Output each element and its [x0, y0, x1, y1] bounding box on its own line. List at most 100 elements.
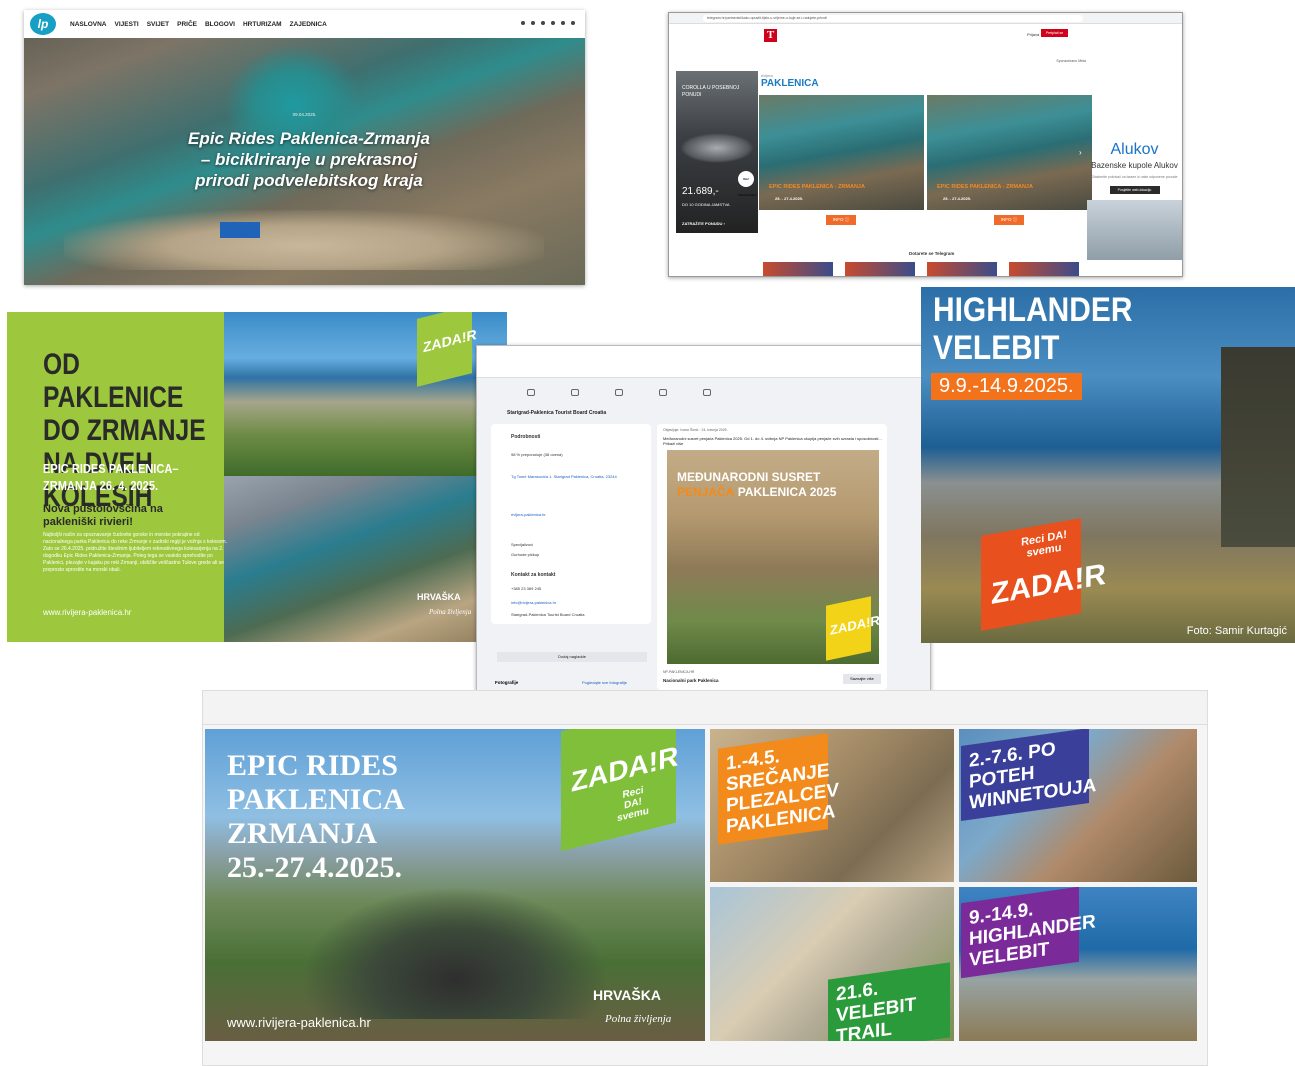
hrvatska-logo: HRVAŠKA — [593, 987, 661, 1003]
nav-item[interactable]: SVIJET — [147, 21, 169, 28]
zadar-tag: Reci DA! svemu ZADA!R — [981, 518, 1106, 631]
about-rating: 98 % preporučuje (38 ocena) — [511, 452, 563, 457]
site-header: lp NASLOVNA VIJESTI SVIJET PRIČE BLOGOVI… — [24, 10, 585, 38]
epic-rides-banner[interactable]: EPIC RIDES PAKLENICA ZRMANJA 25.-27.4.20… — [205, 729, 705, 1041]
about-website[interactable]: rivijera-paklenica.hr — [511, 512, 546, 517]
megaphone-icon[interactable] — [659, 389, 667, 396]
post-link-name[interactable]: Nacionalni park Paklenica — [663, 678, 719, 683]
telegram-logo[interactable]: T — [764, 29, 777, 42]
toyota-ad[interactable]: COROLLA U POSEBNOJ PONUDI BEZ ODLAGANJA … — [676, 71, 758, 233]
info-button[interactable]: INFO ⓘ — [826, 215, 856, 225]
fb-topbar — [477, 346, 930, 378]
social-icon[interactable] — [541, 21, 545, 25]
post-meta: Objavljuje: Ivana Šimić · 24. travnja 20… — [663, 428, 728, 432]
flag-icon[interactable] — [571, 389, 579, 396]
contact-phone[interactable]: +385 23 369 245 — [511, 586, 541, 591]
reci-da-text: Reci DA! svemu — [617, 784, 649, 825]
photo-credit: Foto: Samir Kurtagić — [1186, 625, 1287, 637]
zadar-tag: ZADA!R Reci DA! svemu — [561, 729, 678, 852]
offer-badge: BEZ ODLAGANJA — [738, 171, 756, 197]
sponsored-label: Sponzorirano Meta — [1056, 59, 1086, 63]
highlander-tile[interactable]: 9.-14.9. HIGHLANDER VELEBIT — [959, 887, 1197, 1041]
banner-url[interactable]: www.rivijera-paklenica.hr — [227, 1015, 371, 1030]
calendar-icon[interactable] — [703, 389, 711, 396]
login-link[interactable]: Prijava — [1027, 32, 1039, 37]
photos-heading: Fotografije — [495, 680, 519, 685]
site-logo[interactable]: lp — [30, 13, 56, 35]
learn-more-button[interactable]: Saznajte više — [843, 674, 881, 684]
highlander-ad: HIGHLANDER VELEBIT 9.9.-14.9.2025. Reci … — [921, 287, 1295, 643]
zadar-text: ZADA!R — [423, 325, 477, 356]
tent-shape — [220, 222, 260, 238]
winnetou-tile[interactable]: 2.-7.6. PO POTEH WINNETOUJA — [959, 729, 1197, 882]
ad-body: Najboljši način za spoznavanje čudovite … — [43, 532, 227, 573]
ad-url[interactable]: www.rivijera-paklenica.hr — [43, 608, 131, 617]
post-photo[interactable]: MEĐUNARODNI SUSRET PENJAČA PAKLENICA 2025… — [667, 450, 880, 664]
social-icon[interactable] — [551, 21, 555, 25]
nav-item[interactable]: NASLOVNA — [70, 21, 106, 28]
home-icon[interactable] — [527, 389, 535, 396]
search-icon[interactable] — [571, 21, 575, 25]
card-title: EPIC RIDES PAKLENICA - ZRMANJA — [769, 184, 865, 190]
nav-item[interactable]: ZAJEDNICA — [290, 21, 327, 28]
store-icon[interactable] — [615, 389, 623, 396]
add-button[interactable]: Dodaj nagladde — [497, 652, 647, 662]
browser-toolbar: telegram.hr/partnerski/kako-opustit-tije… — [669, 13, 1182, 24]
carousel-next-icon[interactable]: › — [1079, 148, 1082, 157]
paklenica-brand: rivijera PAKLENICA — [761, 73, 819, 89]
social-icon[interactable] — [531, 21, 535, 25]
social-icons — [521, 21, 575, 25]
social-icon[interactable] — [521, 21, 525, 25]
highlander-title: HIGHLANDER VELEBIT — [933, 291, 1133, 367]
alukov-title: Bazenske kupole Alukov — [1091, 161, 1178, 170]
ad-subhead: Nova pustolovščina na pakleniški rivieri… — [43, 503, 163, 528]
reci-da-text: Reci DA! svemu — [1021, 528, 1067, 560]
hrvatska-tagline: Polna življenja — [605, 1013, 672, 1025]
fb-post: Objavljuje: Ivana Šimić · 24. travnja 20… — [657, 424, 887, 690]
nav-item[interactable]: VIJESTI — [114, 21, 138, 28]
nav-item[interactable]: HRTURIZAM — [243, 21, 282, 28]
article-headline[interactable]: Epic Rides Paklenica-Zrmanja – biciklrir… — [184, 128, 434, 191]
alukov-ad[interactable]: Alukov Bazenske kupole Alukov Odaberite … — [1087, 141, 1182, 260]
alukov-button[interactable]: Posjetite web-lokaciju — [1109, 185, 1160, 194]
hrvatska-logo: HRVAŠKA — [417, 592, 461, 602]
card-date: 25. - 27.4.2025. — [943, 196, 972, 201]
fb-nav-tabs — [527, 389, 711, 396]
zadar-text: ZADA!R — [991, 557, 1106, 612]
toyota-cta[interactable]: ZATRAŽITE PONUDU › — [682, 221, 725, 226]
post-link-url: NP-PAKLENICA.HR — [663, 670, 695, 674]
zadar-tag: ZADA!R — [826, 596, 880, 661]
toyota-price: 21.689,- — [682, 186, 719, 197]
contact-email[interactable]: info@rivijera-paklenica.hr — [511, 600, 556, 605]
collage-topbar — [203, 691, 1207, 725]
event-card[interactable]: EPIC RIDES PAKLENICA - ZRMANJA 25. - 27.… — [927, 95, 1092, 210]
event-card[interactable]: EPIC RIDES PAKLENICA - ZRMANJA 25. - 27.… — [759, 95, 924, 210]
fb-page-name[interactable]: Starigrad-Paklenica Tourist Board Croati… — [507, 410, 606, 416]
social-icon[interactable] — [561, 21, 565, 25]
nav-item[interactable]: BLOGOVI — [205, 21, 235, 28]
browser-window: telegram.hr/partnerski/kako-opustit-tije… — [668, 12, 1183, 277]
climbers-tile[interactable]: 1.-4.5. SREČANJE PLEZALCEV PAKLENICA — [710, 729, 954, 882]
thumbnail[interactable] — [845, 262, 915, 276]
facebook-page: Starigrad-Paklenica Tourist Board Croati… — [476, 345, 931, 691]
thumbnail[interactable] — [1009, 262, 1079, 276]
photos-link[interactable]: Pogledajte sve fotografije — [582, 680, 627, 685]
nav-item[interactable]: PRIČE — [177, 21, 197, 28]
about-address[interactable]: Tg Tome Marasovića 1, Starigrad Paklenic… — [511, 474, 617, 479]
green-paklenica-ad: ZADA!R OD PAKLENICE DO ZRMANJE NA DVEH K… — [7, 312, 507, 642]
toyota-warranty: DO 10 GODINA JAMSTVA — [682, 202, 730, 207]
photo-title: MEĐUNARODNI SUSRET PENJAČA PAKLENICA 2025 — [677, 470, 836, 500]
fb-about-card: Podrobnosti 98 % preporučuje (38 ocena) … — [491, 424, 651, 624]
main-nav: NASLOVNA VIJESTI SVIJET PRIČE BLOGOVI HR… — [70, 21, 327, 28]
velebit-trail-tile[interactable]: 21.6. VELEBIT TRAIL — [710, 887, 954, 1041]
info-button[interactable]: INFO ⓘ — [994, 215, 1024, 225]
thumbnail[interactable] — [763, 262, 833, 276]
brand-name: PAKLENICA — [761, 78, 819, 89]
contact-heading: Kontakt za kontakt — [511, 572, 556, 578]
thumbnail[interactable] — [927, 262, 997, 276]
address-bar[interactable]: telegram.hr/partnerski/kako-opustit-tije… — [703, 15, 1083, 22]
hrvatska-tagline: Polna življenja — [429, 608, 472, 616]
subscribe-button[interactable]: Pretplati se — [1041, 29, 1068, 37]
card-title: EPIC RIDES PAKLENICA - ZRMANJA — [937, 184, 1033, 190]
about-service: Gurhode pičkup — [511, 552, 540, 557]
